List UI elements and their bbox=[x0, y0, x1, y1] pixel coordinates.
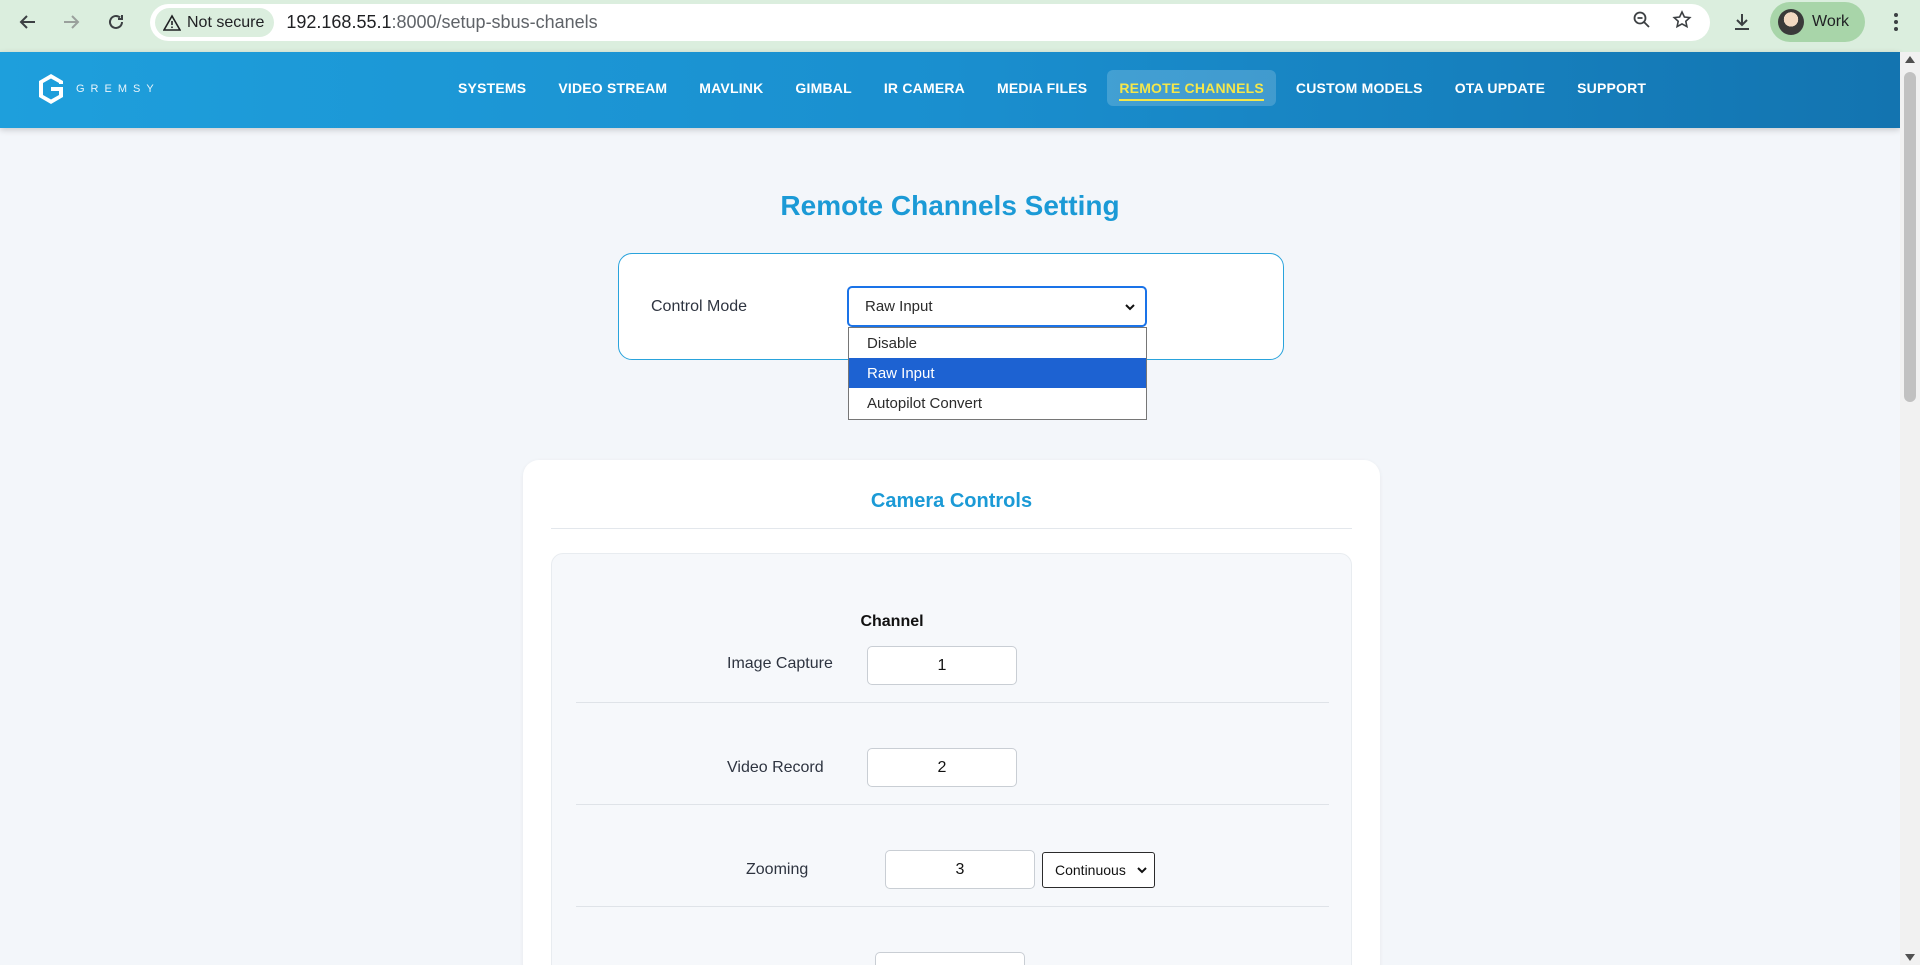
url-text[interactable]: 192.168.55.1:8000/setup-sbus-chanels bbox=[286, 12, 597, 33]
profile-name: Work bbox=[1812, 13, 1850, 30]
zooming-channel-input[interactable]: 3 bbox=[885, 850, 1035, 889]
option-autopilot-convert[interactable]: Autopilot Convert bbox=[849, 388, 1146, 418]
image-capture-label: Image Capture bbox=[727, 655, 833, 672]
reload-icon[interactable] bbox=[96, 2, 136, 42]
logo-text: GREMSY bbox=[76, 83, 160, 95]
nav-media-files[interactable]: MEDIA FILES bbox=[985, 70, 1099, 106]
nav-mavlink[interactable]: MAVLINK bbox=[687, 70, 775, 106]
channel-panel: Channel Image Capture 1 Video Record 2 Z… bbox=[551, 553, 1352, 965]
page-title: Remote Channels Setting bbox=[780, 190, 1120, 221]
nav-video-stream[interactable]: VIDEO STREAM bbox=[546, 70, 679, 106]
gremsy-logo-icon bbox=[39, 74, 63, 104]
next-channel-input[interactable] bbox=[875, 952, 1025, 965]
avatar bbox=[1778, 9, 1804, 35]
row-divider bbox=[576, 804, 1329, 805]
nav-remote-channels[interactable]: REMOTE CHANNELS bbox=[1107, 70, 1276, 106]
channel-header: Channel bbox=[860, 613, 924, 630]
security-label: Not secure bbox=[187, 13, 265, 31]
nav-ir-camera[interactable]: IR CAMERA bbox=[872, 70, 977, 106]
download-icon[interactable] bbox=[1726, 6, 1758, 38]
control-mode-dropdown: Disable Raw Input Autopilot Convert bbox=[848, 327, 1147, 420]
row-divider bbox=[576, 702, 1329, 703]
app-header: GREMSY SYSTEMS VIDEO STREAM MAVLINK GIMB… bbox=[0, 52, 1900, 128]
zoom-mode-value: Continuous bbox=[1055, 862, 1126, 878]
gremsy-logo[interactable]: GREMSY bbox=[36, 72, 160, 106]
nav-gimbal[interactable]: GIMBAL bbox=[783, 70, 863, 106]
profile-button[interactable]: Work bbox=[1770, 2, 1866, 42]
nav-ota-update[interactable]: OTA UPDATE bbox=[1443, 70, 1557, 106]
divider bbox=[551, 528, 1352, 529]
control-mode-value: Raw Input bbox=[865, 298, 933, 315]
scroll-up-arrow-icon[interactable] bbox=[1905, 56, 1915, 63]
option-disable[interactable]: Disable bbox=[849, 328, 1146, 358]
video-record-channel-input[interactable]: 2 bbox=[867, 748, 1017, 787]
bookmark-star-icon[interactable] bbox=[1672, 9, 1692, 36]
address-bar[interactable]: Not secure 192.168.55.1:8000/setup-sbus-… bbox=[150, 4, 1710, 41]
control-mode-select[interactable]: Raw Input bbox=[847, 286, 1147, 327]
chevron-down-icon bbox=[1125, 304, 1135, 311]
video-record-label: Video Record bbox=[727, 759, 824, 776]
option-raw-input[interactable]: Raw Input bbox=[849, 358, 1146, 388]
more-menu-icon[interactable] bbox=[1880, 6, 1912, 38]
scroll-thumb[interactable] bbox=[1904, 72, 1916, 402]
zooming-label: Zooming bbox=[746, 861, 809, 878]
nav-systems[interactable]: SYSTEMS bbox=[446, 70, 538, 106]
camera-controls-card: Camera Controls Channel Image Capture 1 … bbox=[523, 460, 1380, 965]
zoom-icon[interactable] bbox=[1632, 10, 1652, 36]
warning-icon bbox=[163, 13, 181, 31]
nav-support[interactable]: SUPPORT bbox=[1565, 70, 1658, 106]
page-scrollbar[interactable] bbox=[1900, 52, 1920, 965]
nav-custom-models[interactable]: CUSTOM MODELS bbox=[1284, 70, 1435, 106]
scroll-down-arrow-icon[interactable] bbox=[1905, 954, 1915, 961]
camera-controls-title: Camera Controls bbox=[870, 490, 1033, 512]
image-capture-channel-input[interactable]: 1 bbox=[867, 646, 1017, 685]
zoom-mode-select[interactable]: Continuous bbox=[1042, 852, 1155, 888]
browser-toolbar: Not secure 192.168.55.1:8000/setup-sbus-… bbox=[0, 0, 1920, 52]
security-chip[interactable]: Not secure bbox=[155, 8, 275, 37]
back-arrow-icon[interactable] bbox=[8, 2, 48, 42]
main-nav: SYSTEMS VIDEO STREAM MAVLINK GIMBAL IR C… bbox=[446, 70, 1658, 106]
forward-arrow-icon[interactable] bbox=[51, 2, 91, 42]
control-mode-label: Control Mode bbox=[651, 298, 748, 315]
row-divider bbox=[576, 906, 1329, 907]
chevron-down-icon bbox=[1137, 867, 1147, 874]
